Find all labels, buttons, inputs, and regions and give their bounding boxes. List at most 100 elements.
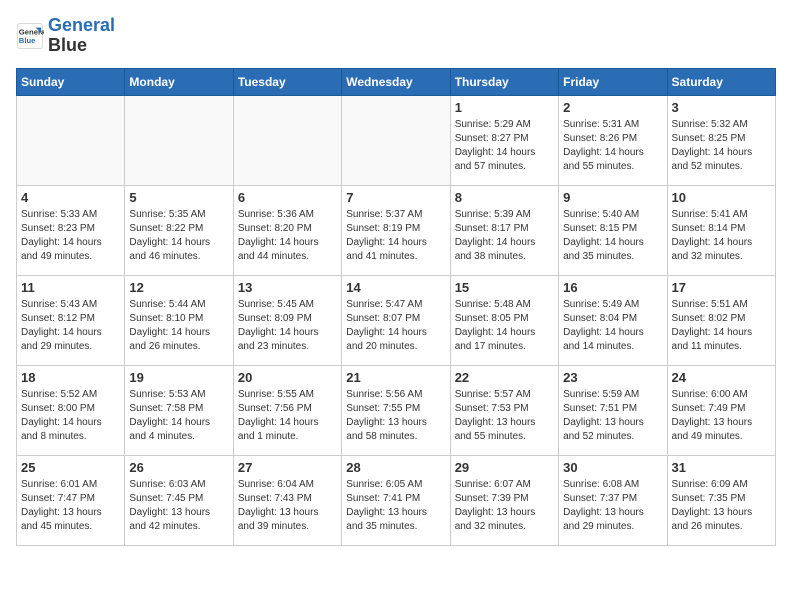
calendar-cell: 3 Sunrise: 5:32 AM Sunset: 8:25 PM Daylig… bbox=[667, 95, 775, 185]
day-info: Sunrise: 5:43 AM Sunset: 8:12 PM Dayligh… bbox=[21, 298, 120, 354]
day-info: Sunrise: 6:03 AM Sunset: 7:45 PM Dayligh… bbox=[129, 478, 228, 534]
calendar-cell: 19Sunrise: 5:53 AM Sunset: 7:58 PM Dayli… bbox=[125, 365, 233, 455]
day-info: Sunrise: 5:37 AM Sunset: 8:19 PM Dayligh… bbox=[346, 208, 445, 264]
day-number: 7 bbox=[346, 190, 445, 205]
calendar-cell bbox=[233, 95, 341, 185]
day-info: Sunrise: 6:08 AM Sunset: 7:37 PM Dayligh… bbox=[563, 478, 662, 534]
day-number: 14 bbox=[346, 280, 445, 295]
day-info: Sunrise: 5:29 AM Sunset: 8:27 PM Dayligh… bbox=[455, 118, 554, 174]
calendar-cell: 5Sunrise: 5:35 AM Sunset: 8:22 PM Daylig… bbox=[125, 185, 233, 275]
day-info: Sunrise: 6:00 AM Sunset: 7:49 PM Dayligh… bbox=[672, 388, 771, 444]
day-number: 31 bbox=[672, 460, 771, 475]
calendar-cell: 14 Sunrise: 5:47 AM Sunset: 8:07 PM Dayli… bbox=[342, 275, 450, 365]
day-number: 9 bbox=[563, 190, 662, 205]
day-number: 13 bbox=[238, 280, 337, 295]
calendar-cell: 30 Sunrise: 6:08 AM Sunset: 7:37 PM Dayli… bbox=[559, 455, 667, 545]
calendar-cell: 24 Sunrise: 6:00 AM Sunset: 7:49 PM Dayli… bbox=[667, 365, 775, 455]
day-info: Sunrise: 6:04 AM Sunset: 7:43 PM Dayligh… bbox=[238, 478, 337, 534]
calendar-cell: 20 Sunrise: 5:55 AM Sunset: 7:56 PM Dayli… bbox=[233, 365, 341, 455]
day-info: Sunrise: 6:01 AM Sunset: 7:47 PM Dayligh… bbox=[21, 478, 120, 534]
day-info: Sunrise: 5:59 AM Sunset: 7:51 PM Dayligh… bbox=[563, 388, 662, 444]
day-number: 20 bbox=[238, 370, 337, 385]
day-info: Sunrise: 6:05 AM Sunset: 7:41 PM Dayligh… bbox=[346, 478, 445, 534]
calendar-cell: 13 Sunrise: 5:45 AM Sunset: 8:09 PM Dayli… bbox=[233, 275, 341, 365]
calendar-cell: 12 Sunrise: 5:44 AM Sunset: 8:10 PM Dayli… bbox=[125, 275, 233, 365]
day-number: 4 bbox=[21, 190, 120, 205]
calendar-cell: 18 Sunrise: 5:52 AM Sunset: 8:00 PM Dayli… bbox=[17, 365, 125, 455]
day-number: 12 bbox=[129, 280, 228, 295]
calendar-cell: 9 Sunrise: 5:40 AM Sunset: 8:15 PM Daylig… bbox=[559, 185, 667, 275]
calendar-week-3: 11 Sunrise: 5:43 AM Sunset: 8:12 PM Dayli… bbox=[17, 275, 776, 365]
calendar-cell: 31 Sunrise: 6:09 AM Sunset: 7:35 PM Dayli… bbox=[667, 455, 775, 545]
svg-text:Blue: Blue bbox=[19, 36, 36, 45]
logo: General Blue GeneralBlue bbox=[16, 16, 115, 56]
day-number: 11 bbox=[21, 280, 120, 295]
day-info: Sunrise: 5:41 AM Sunset: 8:14 PM Dayligh… bbox=[672, 208, 771, 264]
calendar-week-1: 1Sunrise: 5:29 AM Sunset: 8:27 PM Daylig… bbox=[17, 95, 776, 185]
day-number: 18 bbox=[21, 370, 120, 385]
col-header-wednesday: Wednesday bbox=[342, 68, 450, 95]
day-info: Sunrise: 6:09 AM Sunset: 7:35 PM Dayligh… bbox=[672, 478, 771, 534]
day-number: 5 bbox=[129, 190, 228, 205]
col-header-saturday: Saturday bbox=[667, 68, 775, 95]
day-number: 27 bbox=[238, 460, 337, 475]
calendar-header-row: SundayMondayTuesdayWednesdayThursdayFrid… bbox=[17, 68, 776, 95]
calendar-cell: 1Sunrise: 5:29 AM Sunset: 8:27 PM Daylig… bbox=[450, 95, 558, 185]
calendar-table: SundayMondayTuesdayWednesdayThursdayFrid… bbox=[16, 68, 776, 546]
col-header-tuesday: Tuesday bbox=[233, 68, 341, 95]
day-info: Sunrise: 5:45 AM Sunset: 8:09 PM Dayligh… bbox=[238, 298, 337, 354]
day-info: Sunrise: 5:36 AM Sunset: 8:20 PM Dayligh… bbox=[238, 208, 337, 264]
calendar-cell bbox=[125, 95, 233, 185]
day-number: 6 bbox=[238, 190, 337, 205]
calendar-cell: 11 Sunrise: 5:43 AM Sunset: 8:12 PM Dayli… bbox=[17, 275, 125, 365]
calendar-cell: 26Sunrise: 6:03 AM Sunset: 7:45 PM Dayli… bbox=[125, 455, 233, 545]
day-info: Sunrise: 5:52 AM Sunset: 8:00 PM Dayligh… bbox=[21, 388, 120, 444]
day-info: Sunrise: 5:47 AM Sunset: 8:07 PM Dayligh… bbox=[346, 298, 445, 354]
day-number: 24 bbox=[672, 370, 771, 385]
calendar-cell: 4Sunrise: 5:33 AM Sunset: 8:23 PM Daylig… bbox=[17, 185, 125, 275]
calendar-cell: 21 Sunrise: 5:56 AM Sunset: 7:55 PM Dayli… bbox=[342, 365, 450, 455]
calendar-cell: 22Sunrise: 5:57 AM Sunset: 7:53 PM Dayli… bbox=[450, 365, 558, 455]
day-info: Sunrise: 5:49 AM Sunset: 8:04 PM Dayligh… bbox=[563, 298, 662, 354]
calendar-cell: 16 Sunrise: 5:49 AM Sunset: 8:04 PM Dayli… bbox=[559, 275, 667, 365]
logo-name: GeneralBlue bbox=[48, 16, 115, 56]
calendar-cell: 25 Sunrise: 6:01 AM Sunset: 7:47 PM Dayli… bbox=[17, 455, 125, 545]
day-number: 2 bbox=[563, 100, 662, 115]
day-number: 3 bbox=[672, 100, 771, 115]
day-info: Sunrise: 5:51 AM Sunset: 8:02 PM Dayligh… bbox=[672, 298, 771, 354]
calendar-cell: 7 Sunrise: 5:37 AM Sunset: 8:19 PM Daylig… bbox=[342, 185, 450, 275]
day-info: Sunrise: 5:55 AM Sunset: 7:56 PM Dayligh… bbox=[238, 388, 337, 444]
calendar-cell: 10 Sunrise: 5:41 AM Sunset: 8:14 PM Dayli… bbox=[667, 185, 775, 275]
day-info: Sunrise: 5:56 AM Sunset: 7:55 PM Dayligh… bbox=[346, 388, 445, 444]
calendar-week-5: 25 Sunrise: 6:01 AM Sunset: 7:47 PM Dayli… bbox=[17, 455, 776, 545]
day-info: Sunrise: 5:40 AM Sunset: 8:15 PM Dayligh… bbox=[563, 208, 662, 264]
calendar-cell bbox=[342, 95, 450, 185]
day-number: 21 bbox=[346, 370, 445, 385]
calendar-cell: 8Sunrise: 5:39 AM Sunset: 8:17 PM Daylig… bbox=[450, 185, 558, 275]
day-info: Sunrise: 5:39 AM Sunset: 8:17 PM Dayligh… bbox=[455, 208, 554, 264]
calendar-cell: 2 Sunrise: 5:31 AM Sunset: 8:26 PM Daylig… bbox=[559, 95, 667, 185]
day-number: 16 bbox=[563, 280, 662, 295]
calendar-cell: 27 Sunrise: 6:04 AM Sunset: 7:43 PM Dayli… bbox=[233, 455, 341, 545]
col-header-monday: Monday bbox=[125, 68, 233, 95]
col-header-friday: Friday bbox=[559, 68, 667, 95]
day-number: 30 bbox=[563, 460, 662, 475]
calendar-cell bbox=[17, 95, 125, 185]
day-number: 23 bbox=[563, 370, 662, 385]
day-info: Sunrise: 5:57 AM Sunset: 7:53 PM Dayligh… bbox=[455, 388, 554, 444]
calendar-cell: 15Sunrise: 5:48 AM Sunset: 8:05 PM Dayli… bbox=[450, 275, 558, 365]
day-info: Sunrise: 5:44 AM Sunset: 8:10 PM Dayligh… bbox=[129, 298, 228, 354]
calendar-cell: 28Sunrise: 6:05 AM Sunset: 7:41 PM Dayli… bbox=[342, 455, 450, 545]
day-number: 19 bbox=[129, 370, 228, 385]
day-number: 29 bbox=[455, 460, 554, 475]
calendar-cell: 6 Sunrise: 5:36 AM Sunset: 8:20 PM Daylig… bbox=[233, 185, 341, 275]
day-number: 25 bbox=[21, 460, 120, 475]
day-info: Sunrise: 6:07 AM Sunset: 7:39 PM Dayligh… bbox=[455, 478, 554, 534]
day-number: 10 bbox=[672, 190, 771, 205]
day-info: Sunrise: 5:31 AM Sunset: 8:26 PM Dayligh… bbox=[563, 118, 662, 174]
day-info: Sunrise: 5:48 AM Sunset: 8:05 PM Dayligh… bbox=[455, 298, 554, 354]
day-info: Sunrise: 5:32 AM Sunset: 8:25 PM Dayligh… bbox=[672, 118, 771, 174]
calendar-cell: 29 Sunrise: 6:07 AM Sunset: 7:39 PM Dayli… bbox=[450, 455, 558, 545]
header: General Blue GeneralBlue bbox=[16, 16, 776, 56]
col-header-thursday: Thursday bbox=[450, 68, 558, 95]
